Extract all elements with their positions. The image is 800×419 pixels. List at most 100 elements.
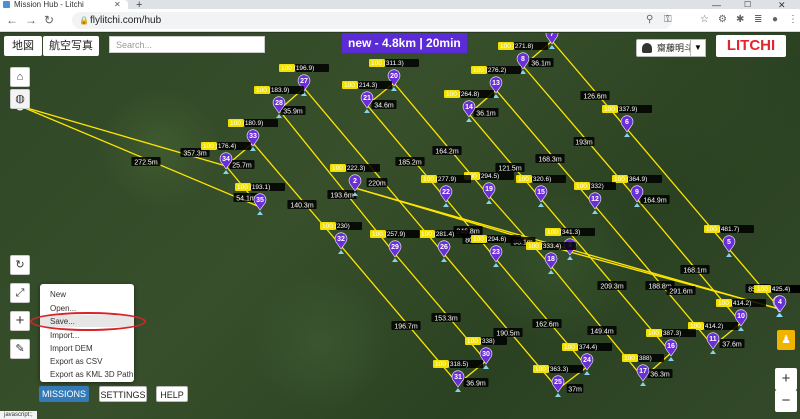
menu-item-import-dem[interactable]: Import DEM bbox=[50, 344, 93, 353]
heading-marker bbox=[392, 258, 398, 262]
altitude-label: 100 (196.9) bbox=[281, 65, 314, 72]
settings-gear-icon[interactable]: ⚙ bbox=[718, 14, 727, 25]
distance-label: 25.7m bbox=[232, 163, 252, 170]
map-type-map-button[interactable]: 地図 bbox=[4, 36, 42, 56]
forward-arrow-icon[interactable]: → bbox=[25, 13, 37, 27]
waypoint-number: 22 bbox=[442, 189, 450, 196]
menu-item-new[interactable]: New bbox=[50, 290, 66, 299]
waypoint-number: 12 bbox=[591, 196, 599, 203]
distance-label: 220m bbox=[368, 181, 386, 188]
heading-marker bbox=[441, 258, 447, 262]
location-icon[interactable]: ⚲ bbox=[646, 14, 653, 25]
altitude-label: 100 (276.2) bbox=[473, 67, 506, 74]
distance-label: 357.3m bbox=[183, 151, 207, 158]
distance-label: 164.2m bbox=[435, 149, 459, 156]
heading-marker bbox=[726, 253, 732, 257]
refresh-icon[interactable]: ↻ bbox=[10, 255, 30, 275]
distance-label: 272.5m bbox=[134, 160, 158, 167]
heading-marker bbox=[738, 327, 744, 331]
map-type-satellite-button[interactable]: 航空写真 bbox=[43, 36, 99, 56]
heading-marker bbox=[624, 133, 630, 137]
street-view-pegman-icon[interactable]: ♟ bbox=[777, 330, 795, 350]
heading-marker bbox=[257, 211, 263, 215]
zoom-in-button[interactable]: + bbox=[775, 368, 797, 390]
waypoint-number: 2 bbox=[353, 178, 357, 185]
settings-button[interactable]: SETTINGS bbox=[99, 386, 147, 402]
flight-path-segment bbox=[468, 113, 542, 200]
altitude-label: 100 (338) bbox=[467, 338, 495, 345]
reload-icon[interactable]: ↻ bbox=[44, 13, 54, 27]
distance-label: 36.9m bbox=[466, 381, 486, 388]
reading-list-icon[interactable]: ≣ bbox=[754, 14, 762, 25]
altitude-label: 100 (425.4) bbox=[757, 286, 790, 293]
distance-label: 36.1m bbox=[531, 61, 551, 68]
search-input[interactable] bbox=[109, 36, 265, 53]
waypoint-number: 28 bbox=[275, 100, 283, 107]
altitude-label: 100 (414.2) bbox=[718, 300, 751, 307]
waypoint-number: 13 bbox=[492, 80, 500, 87]
altitude-label: 100 (481.7) bbox=[706, 226, 739, 233]
satellite-map[interactable]: 272.5m 357.3m 25.7m 54.1m 140.3m 193.6m 220m 35… bbox=[0, 33, 800, 419]
altitude-label: 100 (222.3) bbox=[332, 165, 365, 172]
waypoint-number: 27 bbox=[300, 78, 308, 85]
globe-icon[interactable]: ◍ bbox=[10, 89, 30, 109]
waypoint-number: 10 bbox=[737, 313, 745, 320]
altitude-label: 100 (320.6) bbox=[518, 176, 551, 183]
distance-label: 149.4m bbox=[590, 329, 614, 336]
home-icon[interactable]: ⌂ bbox=[10, 67, 30, 87]
expand-icon[interactable]: ⤢ bbox=[10, 283, 30, 303]
distance-label: 185.2m bbox=[398, 160, 422, 167]
zoom-out-button[interactable]: − bbox=[775, 390, 797, 412]
distance-label: 126.6m bbox=[583, 94, 607, 101]
window-maximize-icon[interactable]: ☐ bbox=[744, 0, 751, 9]
url-bar[interactable]: 🔒 flylitchi.com/hub bbox=[72, 12, 672, 29]
back-arrow-icon[interactable]: ← bbox=[6, 13, 18, 27]
heading-marker bbox=[555, 393, 561, 397]
altitude-label: 100 (387.3) bbox=[648, 330, 681, 337]
eraser-icon[interactable]: ✎ bbox=[10, 339, 30, 359]
altitude-label: 100 (277.9) bbox=[423, 176, 456, 183]
distance-label: 34.6m bbox=[374, 103, 394, 110]
distance-label: 193m bbox=[575, 140, 593, 147]
heading-marker bbox=[592, 210, 598, 214]
help-button[interactable]: HELP bbox=[156, 386, 188, 402]
distance-label: 140.3m bbox=[290, 203, 314, 210]
altitude-label: 100 (180.9) bbox=[230, 120, 263, 127]
waypoint-number: 29 bbox=[391, 244, 399, 251]
menu-item-export-csv[interactable]: Export as CSV bbox=[50, 357, 102, 366]
plus-icon[interactable]: + bbox=[10, 311, 30, 331]
extensions-icon[interactable]: ✱ bbox=[736, 14, 744, 25]
altitude-label: 100 (332) bbox=[576, 183, 604, 190]
more-menu-icon[interactable]: ⋮ bbox=[788, 14, 798, 25]
user-name: 齋藤明斗 bbox=[657, 43, 694, 53]
distance-label: 121.5m bbox=[498, 166, 522, 173]
profile-icon[interactable]: ● bbox=[772, 14, 778, 25]
tab-close-icon[interactable]: ✕ bbox=[114, 0, 121, 9]
tab-title: Mission Hub - Litchi bbox=[14, 0, 84, 9]
browser-tab[interactable]: Mission Hub - Litchi ✕ bbox=[0, 0, 128, 9]
heading-marker bbox=[668, 357, 674, 361]
user-dropdown-caret-icon[interactable]: ▼ bbox=[690, 39, 706, 57]
altitude-label: 100 (341.3) bbox=[547, 229, 580, 236]
heading-marker bbox=[364, 109, 370, 113]
distance-label: 36.1m bbox=[476, 111, 496, 118]
bookmark-star-icon[interactable]: ☆ bbox=[700, 14, 709, 25]
key-icon[interactable]: ⚿ bbox=[664, 14, 672, 25]
altitude-label: 100 (318.5) bbox=[435, 361, 468, 368]
heading-marker bbox=[466, 118, 472, 122]
altitude-label: 100 (294.6) bbox=[473, 236, 506, 243]
heading-marker bbox=[338, 250, 344, 254]
distance-label: 37.6m bbox=[722, 342, 742, 349]
altitude-label: 100 (230) bbox=[322, 223, 350, 230]
altitude-label: 100 (374.4) bbox=[564, 344, 597, 351]
menu-item-export-kml[interactable]: Export as KML 3D Path bbox=[50, 370, 133, 379]
waypoint-number: 34 bbox=[222, 156, 230, 163]
waypoint-number: 30 bbox=[482, 351, 490, 358]
waypoint-number: 24 bbox=[583, 357, 591, 364]
heading-marker bbox=[584, 371, 590, 375]
litchi-favicon-icon bbox=[3, 1, 10, 8]
heading-marker bbox=[486, 200, 492, 204]
menu-item-import[interactable]: Import... bbox=[50, 331, 79, 340]
altitude-label: 100 (333.4) bbox=[528, 243, 561, 250]
missions-button[interactable]: MISSIONS bbox=[39, 386, 89, 402]
